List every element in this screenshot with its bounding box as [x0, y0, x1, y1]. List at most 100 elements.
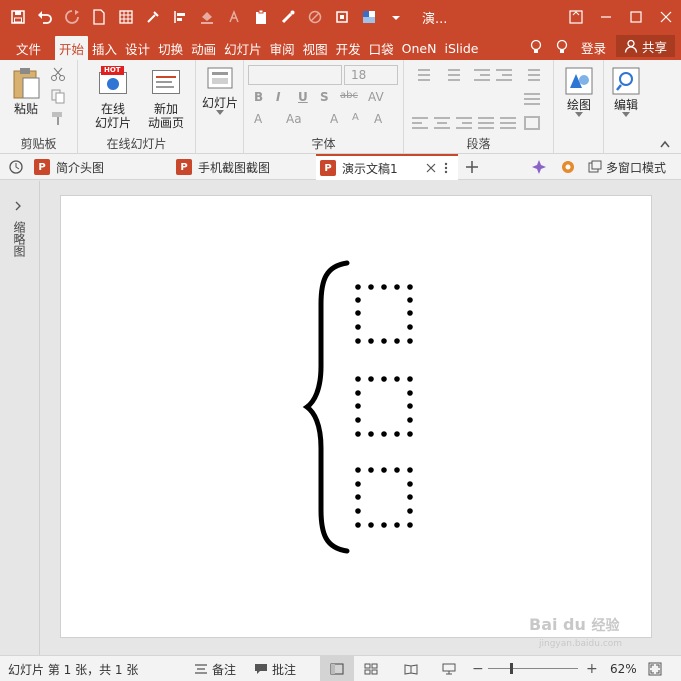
doc-tab-screenshot[interactable]: P 手机截图截图 [176, 154, 312, 180]
text-direction-icon[interactable] [524, 92, 540, 106]
paste-button[interactable]: 粘贴 [8, 66, 44, 116]
tab-file[interactable]: 文件 [0, 36, 55, 60]
slide[interactable] [60, 195, 652, 638]
tab-insert[interactable]: 插入 [88, 36, 121, 60]
line-spacing-icon[interactable] [524, 68, 540, 82]
align-icon[interactable] [168, 5, 192, 29]
align-left-icon[interactable] [412, 116, 428, 130]
zoom-level[interactable]: 62% [610, 656, 637, 681]
eyedropper-icon[interactable] [141, 5, 165, 29]
sparkle-icon[interactable] [531, 159, 547, 175]
font-color-button[interactable]: A [254, 112, 262, 126]
expand-sidebar-icon[interactable] [14, 201, 22, 211]
login-button[interactable]: 登录 [575, 38, 612, 57]
new-animation-page-button[interactable]: 新加 动画页 [140, 66, 192, 130]
copy-icon[interactable] [50, 88, 66, 104]
history-icon[interactable] [8, 159, 24, 175]
slideshow-button[interactable] [442, 656, 456, 681]
format-painter-icon[interactable] [50, 110, 66, 126]
redo-icon[interactable] [60, 5, 84, 29]
decrease-font-button[interactable]: A [352, 112, 359, 123]
no-outline-icon[interactable] [303, 5, 327, 29]
tab-transitions[interactable]: 切换 [154, 36, 187, 60]
zoom-slider-thumb[interactable] [510, 663, 513, 674]
lightbulb-icon[interactable] [549, 39, 575, 55]
slide-sorter-button[interactable] [364, 656, 378, 681]
italic-button[interactable]: I [276, 90, 280, 104]
notes-button[interactable]: 备注 [194, 656, 236, 681]
underline-button[interactable]: U [298, 90, 308, 104]
add-tab-icon[interactable] [465, 160, 479, 174]
minimize-icon[interactable] [591, 0, 621, 34]
grid-icon[interactable] [114, 5, 138, 29]
undo-icon[interactable] [33, 5, 57, 29]
share-button[interactable]: 共享 [615, 35, 675, 57]
numbering-icon[interactable] [442, 68, 460, 82]
tab-home[interactable]: 开始 [55, 36, 89, 60]
dotted-square[interactable] [355, 376, 413, 437]
collapse-ribbon-icon[interactable] [660, 140, 670, 148]
increase-font-button[interactable]: A [330, 112, 338, 126]
maximize-icon[interactable] [621, 0, 651, 34]
increase-indent-icon[interactable] [496, 68, 512, 82]
multi-window-button[interactable]: 多窗口模式 [588, 154, 666, 180]
online-slide-button[interactable]: HOT 在线 幻灯片 [88, 66, 138, 130]
crop-icon[interactable] [330, 5, 354, 29]
align-right-icon[interactable] [456, 116, 472, 130]
tab-developer[interactable]: 开发 [332, 36, 365, 60]
align-center-icon[interactable] [434, 116, 450, 130]
comments-button[interactable]: 批注 [254, 656, 296, 681]
reading-view-button[interactable] [404, 656, 418, 681]
more-icon[interactable] [444, 162, 448, 174]
settings-icon[interactable] [560, 159, 576, 175]
thumbnail-label[interactable]: 缩略图 [12, 221, 26, 257]
slides-button[interactable]: 幻灯片 [200, 66, 240, 116]
tab-design[interactable]: 设计 [121, 36, 154, 60]
brush-icon[interactable] [276, 5, 300, 29]
doc-tab-intro[interactable]: P 简介头图 [34, 154, 170, 180]
font-color-icon[interactable] [222, 5, 246, 29]
paste-special-icon[interactable] [249, 5, 273, 29]
tab-islide[interactable]: iSlide [440, 36, 482, 60]
font-size-box[interactable]: 18 [344, 65, 398, 85]
bullets-icon[interactable] [412, 68, 430, 82]
curly-brace[interactable] [302, 260, 350, 554]
char-spacing-button[interactable]: AV [368, 90, 384, 104]
save-icon[interactable] [6, 5, 30, 29]
tab-review[interactable]: 审阅 [266, 36, 299, 60]
fill-color-icon[interactable] [195, 5, 219, 29]
dotted-square[interactable] [355, 284, 413, 344]
close-icon[interactable] [651, 0, 681, 34]
clear-format-button[interactable]: A [374, 112, 382, 126]
change-case-button[interactable]: Aa [286, 112, 302, 126]
tab-pocket[interactable]: 口袋 [365, 36, 398, 60]
dotted-square[interactable] [355, 467, 413, 528]
tab-view[interactable]: 视图 [299, 36, 332, 60]
doc-tab-presentation[interactable]: P 演示文稿1 [316, 154, 458, 180]
justify-icon[interactable] [478, 116, 494, 130]
tab-animations[interactable]: 动画 [187, 36, 220, 60]
decrease-indent-icon[interactable] [474, 68, 490, 82]
tell-me-icon[interactable] [523, 39, 549, 55]
drawing-button[interactable]: 绘图 [558, 66, 600, 118]
cut-icon[interactable] [50, 66, 66, 82]
columns-icon[interactable] [500, 116, 516, 130]
new-file-icon[interactable] [87, 5, 111, 29]
smartart-icon[interactable] [524, 116, 540, 130]
editing-button[interactable]: 编辑 [606, 66, 646, 118]
ribbon-display-icon[interactable] [561, 0, 591, 34]
bold-button[interactable]: B [254, 90, 263, 104]
strikethrough-button[interactable]: abc [340, 90, 358, 101]
tab-slideshow[interactable]: 幻灯片 [220, 36, 266, 60]
font-name-box[interactable] [248, 65, 342, 85]
zoom-out-button[interactable]: − [472, 656, 484, 681]
close-tab-icon[interactable] [426, 163, 436, 173]
shape-style-icon[interactable] [357, 5, 381, 29]
zoom-in-button[interactable]: + [586, 656, 598, 681]
tab-onenote[interactable]: OneN [398, 36, 441, 60]
zoom-slider[interactable] [484, 656, 582, 681]
normal-view-button[interactable] [320, 656, 354, 681]
customize-qat-icon[interactable] [384, 5, 408, 29]
fit-to-window-button[interactable] [648, 656, 662, 681]
shadow-button[interactable]: S [320, 90, 329, 104]
